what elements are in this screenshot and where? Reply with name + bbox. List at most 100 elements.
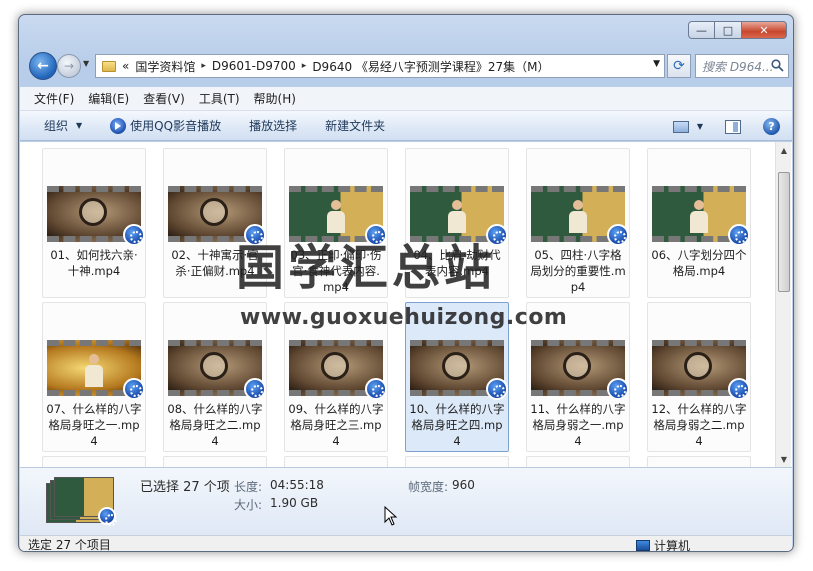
file-item[interactable]: 07、什么样的八字格局身旺之一.mp4 xyxy=(42,302,146,452)
length-key: 长度: xyxy=(234,480,263,494)
qq-player-icon xyxy=(123,224,145,246)
search-placeholder: 搜索 D964... xyxy=(702,59,774,74)
video-thumbnail xyxy=(289,340,387,400)
folder-icon xyxy=(102,60,116,72)
menu-help[interactable]: 帮助(H) xyxy=(254,90,296,107)
presenter-image xyxy=(569,200,587,234)
qq-player-icon xyxy=(486,378,508,400)
qq-player-icon xyxy=(98,507,117,526)
presenter-image xyxy=(690,200,708,234)
play-with-qq-label: 使用QQ影音播放 xyxy=(130,119,222,133)
watermark-url: www.guoxuehuizong.com xyxy=(240,305,568,330)
menu-view[interactable]: 查看(V) xyxy=(143,90,185,107)
scroll-down-icon[interactable]: ▼ xyxy=(776,451,792,467)
scroll-thumb[interactable] xyxy=(778,172,790,292)
menu-edit[interactable]: 编辑(E) xyxy=(88,90,129,107)
watermark-title: 国学汇总站 xyxy=(236,240,497,296)
play-with-qq-button[interactable]: 使用QQ影音播放 xyxy=(110,117,221,134)
selection-count: 已选择 27 个项 xyxy=(140,480,230,495)
size-value: 1.90 GB xyxy=(270,496,319,510)
length-value: 04:55:18 xyxy=(270,478,324,492)
qq-player-icon xyxy=(110,117,127,134)
video-thumbnail xyxy=(652,186,750,246)
menu-bar: 文件(F) 编辑(E) 查看(V) 工具(T) 帮助(H) xyxy=(20,87,792,111)
presenter-image xyxy=(85,354,103,388)
magnifier-image xyxy=(200,352,228,380)
computer-icon xyxy=(636,540,650,551)
file-name: 08、什么样的八字格局身旺之二.mp4 xyxy=(167,402,263,448)
file-name: 09、什么样的八字格局身旺之三.mp4 xyxy=(288,402,384,448)
video-thumbnail xyxy=(47,340,145,400)
video-thumbnail xyxy=(652,340,750,400)
breadcrumb-separator-icon[interactable]: ▸ xyxy=(302,61,307,71)
video-thumbnail xyxy=(47,186,145,246)
status-selected-text: 选定 27 个项目 xyxy=(28,538,111,552)
file-item[interactable]: 01、如何找六亲·十神.mp4 xyxy=(42,148,146,298)
size-key: 大小: xyxy=(234,498,263,512)
forward-button[interactable]: → xyxy=(57,54,81,78)
video-thumbnail xyxy=(410,340,508,400)
breadcrumb-item[interactable]: D9601-D9700 xyxy=(212,59,296,73)
preview-pane-icon[interactable] xyxy=(725,119,741,134)
file-name: 11、什么样的八字格局身弱之一.mp4 xyxy=(530,402,626,448)
magnifier-image xyxy=(200,198,228,226)
qq-player-icon xyxy=(728,378,750,400)
qq-player-icon xyxy=(607,378,629,400)
change-view-icon[interactable] xyxy=(672,120,689,133)
magnifier-image xyxy=(321,352,349,380)
close-button[interactable]: ✕ xyxy=(742,21,787,39)
scroll-up-icon[interactable]: ▲ xyxy=(776,142,792,158)
magnifier-image xyxy=(684,352,712,380)
file-name: 01、如何找六亲·十神.mp4 xyxy=(50,248,138,278)
file-item[interactable]: 05、四柱·八字格局划分的重要性.mp4 xyxy=(526,148,630,298)
qq-player-icon xyxy=(728,224,750,246)
status-zone-label: 计算机 xyxy=(654,539,691,552)
vertical-scrollbar[interactable]: ▲ ▼ xyxy=(775,142,791,467)
qq-player-icon xyxy=(365,378,387,400)
command-bar: 组织 ▼ 使用QQ影音播放 播放选择 新建文件夹 ▼ ? xyxy=(20,111,792,141)
minimize-button[interactable]: — xyxy=(688,21,715,39)
breadcrumb-overflow[interactable]: « xyxy=(122,59,129,73)
menu-tools[interactable]: 工具(T) xyxy=(199,90,240,107)
view-options-dropdown-icon[interactable]: ▼ xyxy=(697,122,703,131)
address-dropdown-icon[interactable]: ▼ xyxy=(653,59,660,69)
breadcrumb-separator-icon[interactable]: ▸ xyxy=(201,61,206,71)
video-thumbnail xyxy=(168,340,266,400)
window-caption-buttons: — □ ✕ xyxy=(688,21,787,39)
magnifier-image xyxy=(442,352,470,380)
organize-button[interactable]: 组织 ▼ xyxy=(44,117,82,134)
frame-width-value: 960 xyxy=(452,478,475,492)
qq-player-icon xyxy=(244,378,266,400)
breadcrumb-item[interactable]: 国学资料馆 xyxy=(135,58,195,75)
navigation-row: ← → ▼ « 国学资料馆 ▸ D9601-D9700 ▸ D9640 《易经八… xyxy=(27,51,789,81)
frame-width-key: 帧宽度: xyxy=(408,480,449,494)
file-name: 12、什么样的八字格局身弱之二.mp4 xyxy=(651,402,747,448)
chevron-down-icon: ▼ xyxy=(76,121,83,130)
maximize-button[interactable]: □ xyxy=(715,21,742,39)
play-selection-button[interactable]: 播放选择 xyxy=(249,117,297,134)
menu-file[interactable]: 文件(F) xyxy=(34,90,74,107)
search-input[interactable]: 搜索 D964... xyxy=(695,54,789,78)
refresh-button[interactable]: ⟳ xyxy=(667,54,691,78)
file-name: 05、四柱·八字格局划分的重要性.mp4 xyxy=(530,248,626,294)
file-name: 10、什么样的八字格局身旺之四.mp4 xyxy=(409,402,505,448)
file-item[interactable]: 12、什么样的八字格局身弱之二.mp4 xyxy=(647,302,751,452)
file-name: 07、什么样的八字格局身旺之一.mp4 xyxy=(46,402,142,448)
magnifier-image xyxy=(79,198,107,226)
details-pane: 已选择 27 个项 长度: 04:55:18 大小: 1.90 GB 帧宽度: … xyxy=(20,467,792,535)
search-icon[interactable] xyxy=(771,59,784,72)
new-folder-button[interactable]: 新建文件夹 xyxy=(325,117,385,134)
status-zone: 计算机 xyxy=(636,537,691,552)
organize-label: 组织 xyxy=(44,119,69,133)
help-icon[interactable]: ? xyxy=(763,118,780,135)
selection-stack-thumbnail xyxy=(46,475,118,526)
video-thumbnail xyxy=(531,186,629,246)
breadcrumb-item[interactable]: D9640 《易经八字预测学课程》27集（M） xyxy=(312,58,549,75)
video-thumbnail xyxy=(531,340,629,400)
back-button[interactable]: ← xyxy=(29,52,57,80)
qq-player-icon xyxy=(607,224,629,246)
file-item[interactable]: 06、八字划分四个格局.mp4 xyxy=(647,148,751,298)
recent-pages-dropdown[interactable]: ▼ xyxy=(83,59,89,68)
command-bar-right: ▼ ? xyxy=(672,118,780,135)
address-bar[interactable]: « 国学资料馆 ▸ D9601-D9700 ▸ D9640 《易经八字预测学课程… xyxy=(95,54,665,78)
